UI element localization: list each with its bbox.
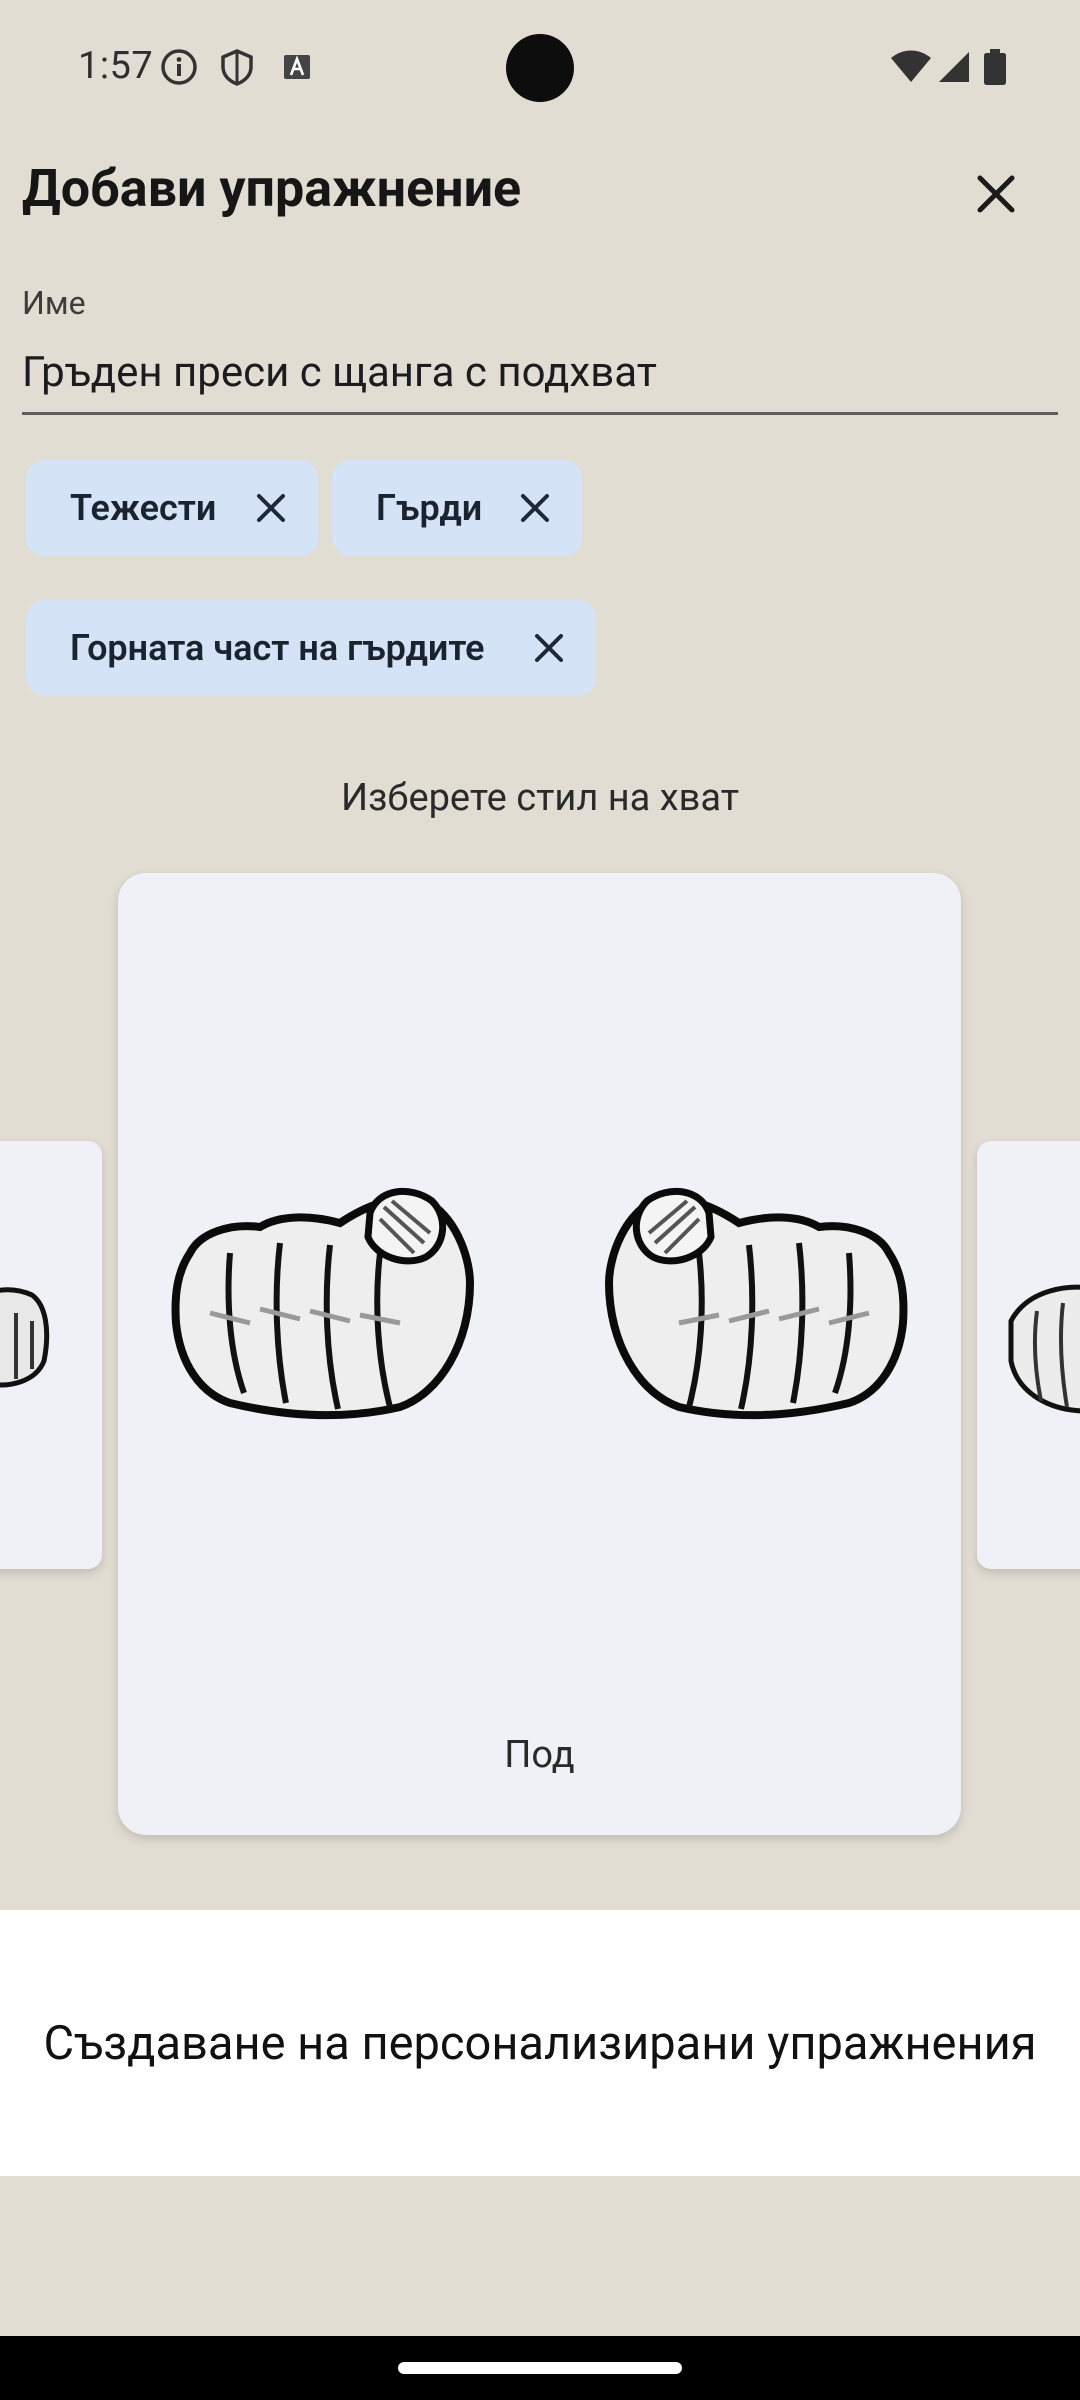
remove-chip-button[interactable] [248,485,294,531]
grip-card-selected[interactable]: Под [118,873,961,1835]
close-icon [535,634,563,662]
fist-icon [1008,1284,1080,1414]
chip-label: Гърди [376,487,483,529]
shield-icon [218,48,256,86]
name-field[interactable] [22,332,1058,415]
chip-upper-chest: Горната част на гърдите [26,600,596,696]
grip-card-next[interactable] [977,1141,1080,1569]
wifi-icon [889,48,933,86]
info-banner-text: Създаване на персонализирани упражнения [43,2015,1037,2071]
remove-chip-button[interactable] [526,625,572,671]
close-icon [977,175,1015,213]
close-icon [521,494,549,522]
remove-chip-button[interactable] [512,485,558,531]
close-icon [257,494,285,522]
chip-weights: Тежести [26,460,318,556]
grip-card-previous[interactable] [0,1141,102,1569]
grip-label: Под [504,1733,575,1777]
home-gesture-handle[interactable] [398,2362,682,2374]
close-button[interactable] [962,160,1030,228]
fist-icon [0,1287,50,1388]
name-field-label: Име [22,284,86,322]
camera-cutout [506,34,574,102]
text-a-icon [278,48,316,86]
page-title: Добави упражнение [22,158,522,219]
underhand-grip-icon [171,1187,908,1420]
info-banner: Създаване на персонализирани упражнения [0,1910,1080,2176]
chip-label: Горната част на гърдите [70,627,485,669]
info-icon [160,48,198,86]
status-bar: 1:57 [0,0,1080,136]
chip-label: Тежести [70,487,217,529]
battery-icon [980,48,1010,86]
chip-chest: Гърди [332,460,582,556]
signal-icon [935,48,973,86]
grip-prompt: Изберете стил на хват [341,776,739,820]
status-time: 1:57 [78,44,154,88]
